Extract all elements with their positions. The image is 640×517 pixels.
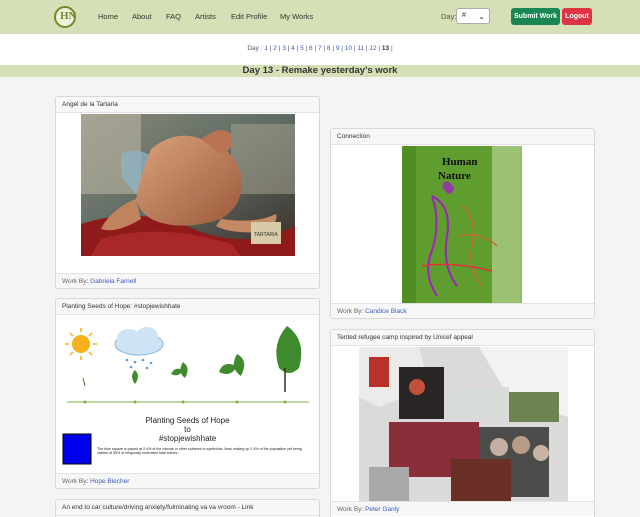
work-title: Connection xyxy=(331,129,594,145)
artwork-text: Planting Seeds of Hope xyxy=(145,416,230,425)
logo-icon: HN xyxy=(60,10,77,22)
nav-artists[interactable]: Artists xyxy=(195,12,216,21)
work-author: Work By: Candice Black xyxy=(331,303,594,318)
work-card: An end to car culture/driving anxiety/fu… xyxy=(55,499,320,517)
submit-work-button[interactable]: Submit Work xyxy=(511,8,560,25)
work-card: Tented refugee camp inspired by Unicef a… xyxy=(330,329,595,517)
work-by-label: Work By: xyxy=(62,278,89,285)
day-select-value: # xyxy=(462,12,466,19)
sun-icon xyxy=(65,328,97,360)
artwork-image[interactable] xyxy=(359,347,568,505)
work-by-label: Work By: xyxy=(337,506,364,513)
svg-text:TARTARIA: TARTARIA xyxy=(254,232,279,238)
nav-edit-profile[interactable]: Edit Profile xyxy=(231,12,267,21)
nav-faq[interactable]: FAQ xyxy=(166,12,181,21)
day-link-12[interactable]: 12 xyxy=(369,45,376,52)
day-select-label: Day: xyxy=(441,12,457,21)
site-logo[interactable]: HN xyxy=(54,6,77,28)
work-author: Work By: Hope Blecher xyxy=(56,473,319,488)
day-pagination-prefix: Day : xyxy=(247,45,263,52)
rain-cloud-icon xyxy=(114,327,164,370)
page-title: Day 13 - Remake yesterday's work xyxy=(0,65,640,77)
navbar: HN Home About FAQ Artists Edit Profile M… xyxy=(0,0,640,34)
work-by-label: Work By: xyxy=(337,308,364,315)
artist-link[interactable]: Gabriela Farnell xyxy=(90,278,136,285)
artwork-image[interactable]: Human Nature xyxy=(402,146,522,303)
logout-button[interactable]: Logout xyxy=(562,8,592,25)
work-title: Tented refugee camp inspired by Unicef a… xyxy=(331,330,594,346)
work-author: Work By: Peter Ganly xyxy=(331,501,594,516)
artwork-text: Nature xyxy=(438,170,471,182)
nav-my-works[interactable]: My Works xyxy=(280,12,313,21)
work-title: Angel de la Tartaria xyxy=(56,97,319,113)
work-author: Work By: Gabriela Farnell xyxy=(56,273,319,288)
artwork-text: #stopjewishhate xyxy=(158,434,217,443)
work-title: An end to car culture/driving anxiety/fu… xyxy=(56,500,319,516)
artwork-image[interactable]: Planting Seeds of Hope to #stopjewishhat… xyxy=(61,320,314,468)
artwork-text: to xyxy=(184,425,191,434)
work-card: Connection Human Nature Work By: Candice… xyxy=(330,128,595,319)
chevron-down-icon: ⌄ xyxy=(478,12,485,21)
work-card: Angel de la Tartaria TARTARIA Work By: G… xyxy=(55,96,320,289)
artwork-image[interactable]: TARTARIA xyxy=(81,114,295,256)
work-card: Planting Seeds of Hope: #stopjewishhate xyxy=(55,298,320,489)
artwork-text: Human xyxy=(442,156,478,168)
work-by-label: Work By: xyxy=(62,478,89,485)
day-pagination: Day : 1 | 2 | 3 | 4 | 5 | 6 | 7 | 8 | 9 … xyxy=(0,45,640,52)
work-title: Planting Seeds of Hope: #stopjewishhate xyxy=(56,299,319,315)
artist-link[interactable]: Hope Blecher xyxy=(90,478,129,485)
nav-about[interactable]: About xyxy=(132,12,152,21)
day-link-10[interactable]: 10 xyxy=(345,45,352,52)
artist-link[interactable]: Candice Black xyxy=(365,308,407,315)
day-select[interactable]: # ⌄ xyxy=(456,8,490,24)
nav-home[interactable]: Home xyxy=(98,12,118,21)
day-separator: | xyxy=(389,45,393,52)
artwork-caption: The blue square is placed at 2.4% of the… xyxy=(97,447,302,456)
artist-link[interactable]: Peter Ganly xyxy=(365,506,399,513)
